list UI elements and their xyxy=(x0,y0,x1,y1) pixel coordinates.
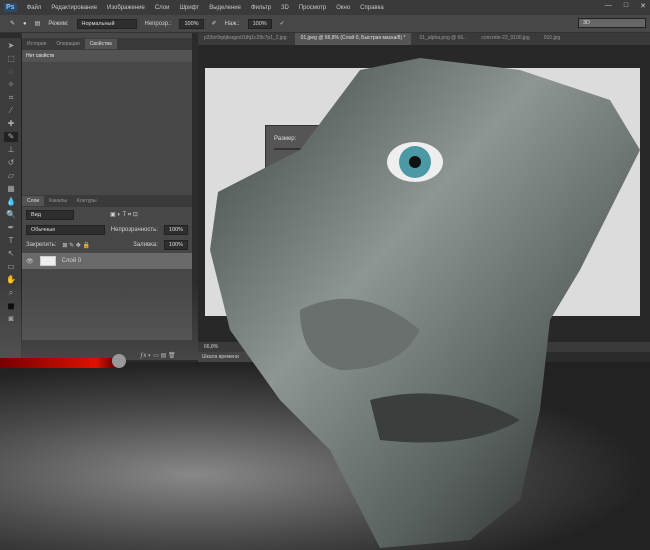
face-shape xyxy=(210,58,640,548)
face-collage xyxy=(210,58,640,548)
